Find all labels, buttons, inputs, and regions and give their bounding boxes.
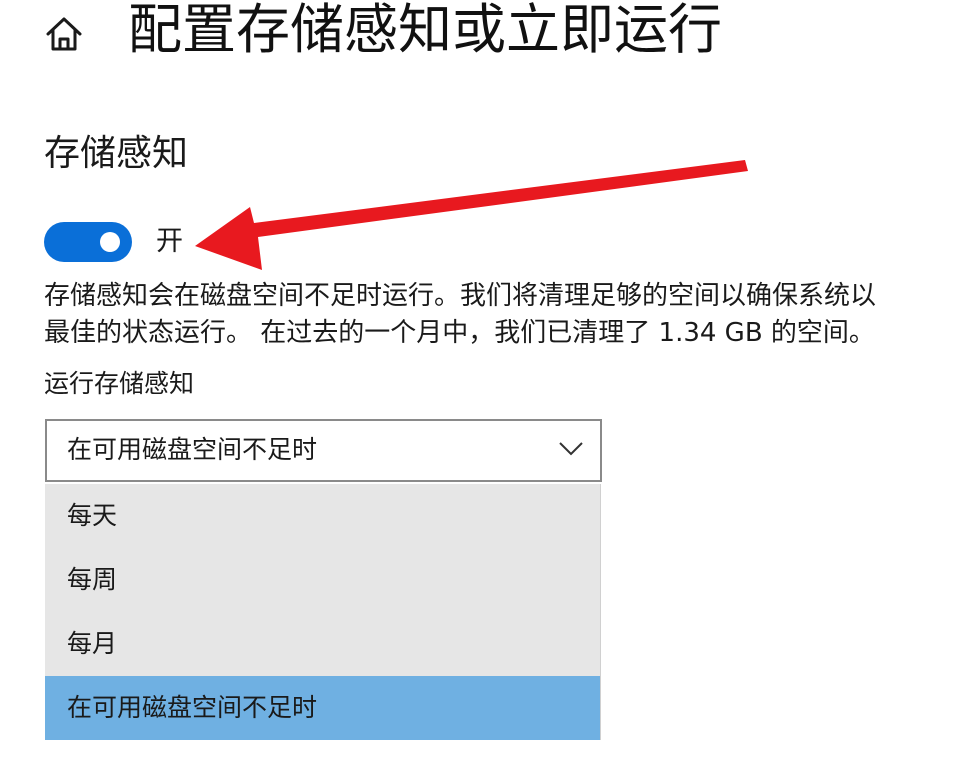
page-title: 配置存储感知或立即运行 [128, 0, 722, 61]
run-storage-sense-label: 运行存储感知 [44, 369, 195, 398]
dropdown-option-label: 每月 [67, 629, 118, 658]
dropdown-option-label: 在可用磁盘空间不足时 [67, 693, 318, 722]
select-value: 在可用磁盘空间不足时 [67, 435, 318, 464]
dropdown-list: 每天 每周 每月 在可用磁盘空间不足时 [45, 484, 601, 740]
chevron-down-icon [559, 442, 583, 456]
description: 存储感知会在磁盘空间不足时运行。我们将清理足够的空间以确保系统以 最佳的状态运行… [44, 278, 944, 352]
run-frequency-select[interactable]: 在可用磁盘空间不足时 [45, 419, 602, 482]
dropdown-option-daily[interactable]: 每天 [45, 484, 600, 548]
storage-sense-toggle[interactable] [44, 222, 132, 262]
toggle-state-label: 开 [156, 226, 183, 257]
dropdown-option-low-space[interactable]: 在可用磁盘空间不足时 [45, 676, 600, 740]
dropdown-option-weekly[interactable]: 每周 [45, 548, 600, 612]
dropdown-option-monthly[interactable]: 每月 [45, 612, 600, 676]
dropdown-option-label: 每周 [67, 565, 118, 594]
dropdown-option-label: 每天 [67, 501, 118, 530]
toggle-knob [100, 232, 120, 252]
description-line-1: 存储感知会在磁盘空间不足时运行。我们将清理足够的空间以确保系统以 [44, 281, 877, 311]
home-icon[interactable] [44, 14, 84, 54]
section-title: 存储感知 [44, 133, 189, 174]
description-line-2: 最佳的状态运行。 在过去的一个月中，我们已清理了 1.34 GB 的空间。 [44, 318, 875, 348]
